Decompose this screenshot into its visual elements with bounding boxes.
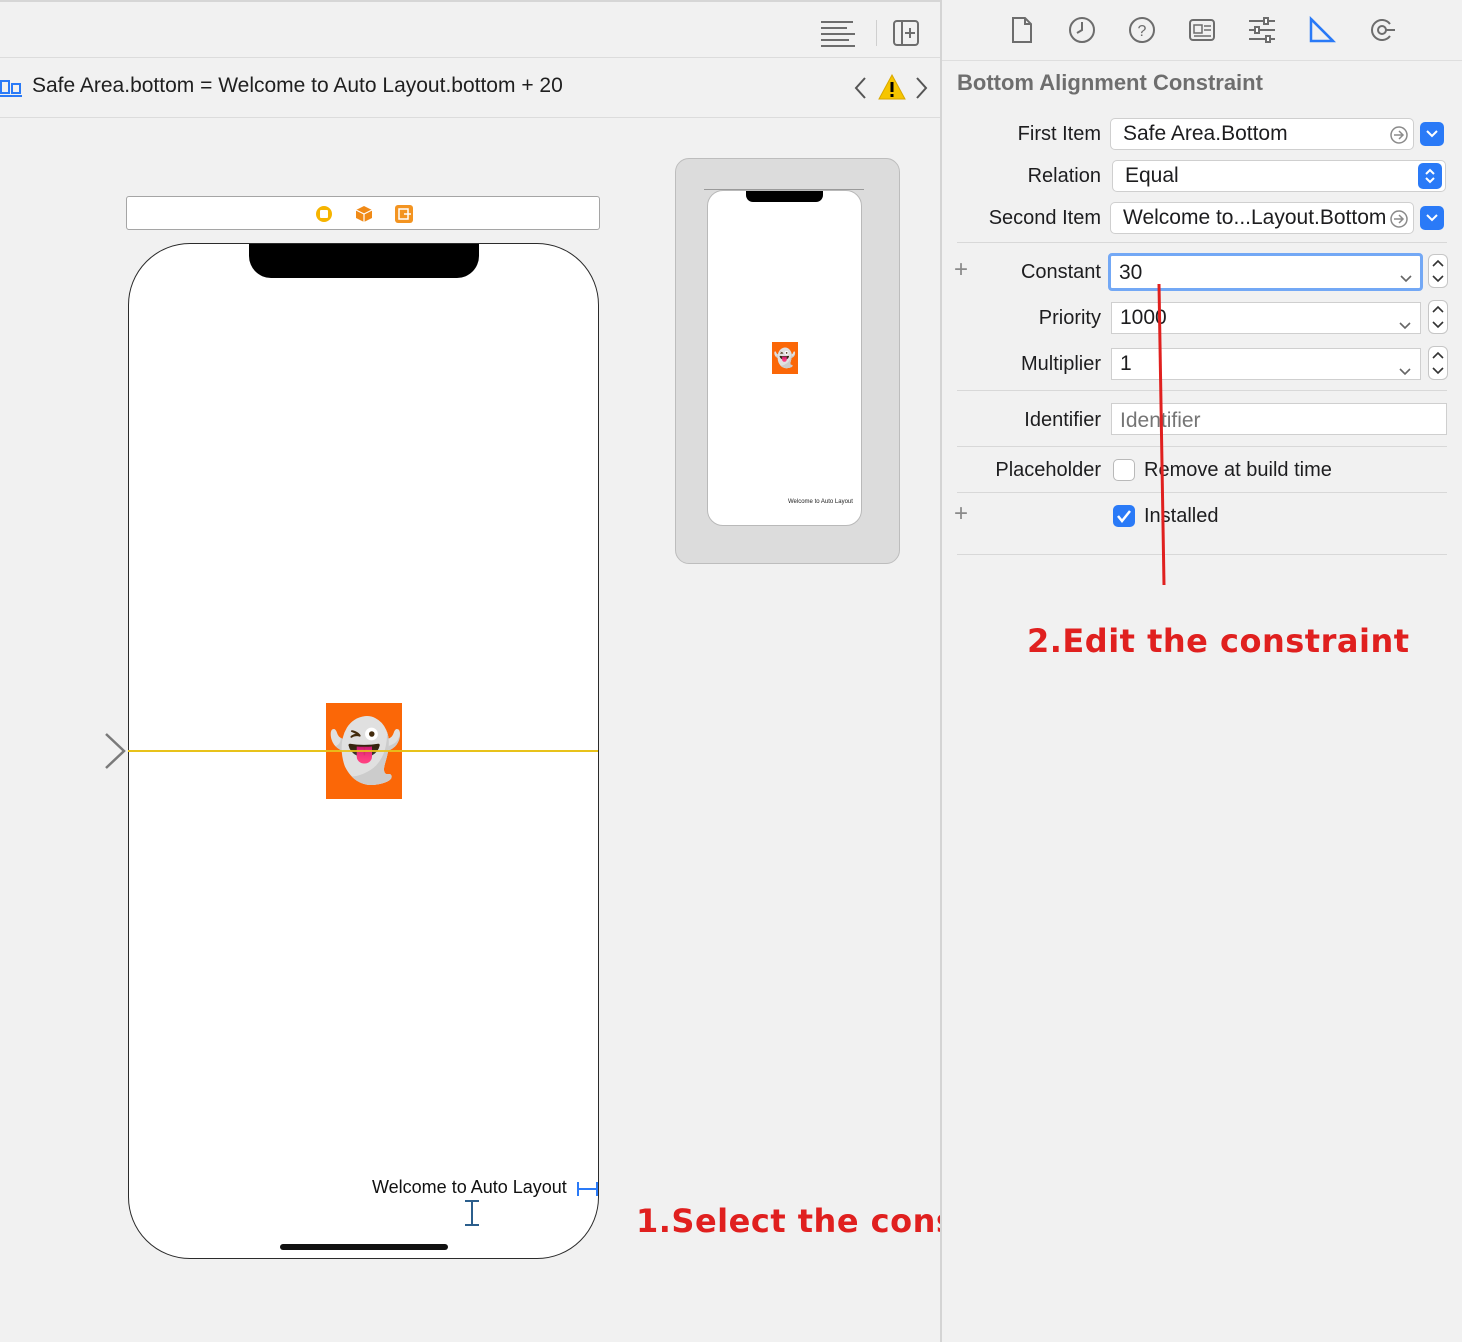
installed-checkbox[interactable] xyxy=(1113,505,1135,527)
chevron-left-icon[interactable] xyxy=(852,76,872,100)
remove-at-build-time-checkbox[interactable] xyxy=(1113,459,1135,481)
size-inspector-icon[interactable] xyxy=(1306,14,1338,46)
relation-label: Relation xyxy=(1027,165,1101,187)
separator xyxy=(957,390,1447,391)
home-indicator xyxy=(280,1244,448,1250)
second-item-label: Second Item xyxy=(988,207,1101,229)
go-to-arrow-icon[interactable] xyxy=(1389,209,1409,233)
annotation-pointer-line xyxy=(1155,282,1171,593)
preview-device: 👻 Welcome to Auto Layout xyxy=(675,158,900,564)
scene-dock xyxy=(126,196,600,230)
multiplier-value: 1 xyxy=(1120,352,1132,375)
priority-stepper[interactable] xyxy=(1428,300,1448,334)
first-item-dropdown-icon[interactable] xyxy=(1420,122,1444,146)
device-notch xyxy=(249,244,479,278)
preview-ghost: 👻 xyxy=(772,342,798,374)
separator xyxy=(957,554,1447,555)
add-editor-icon[interactable] xyxy=(890,18,922,48)
first-responder-icon[interactable] xyxy=(355,205,373,228)
first-item-popup[interactable]: Safe Area.Bottom xyxy=(1110,118,1414,150)
go-to-arrow-icon[interactable] xyxy=(1389,125,1409,149)
svg-text:?: ? xyxy=(1138,23,1147,40)
relation-value: Equal xyxy=(1125,164,1179,187)
separator xyxy=(957,446,1447,447)
constant-stepper[interactable] xyxy=(1428,254,1448,288)
quick-help-icon[interactable]: ? xyxy=(1126,14,1158,46)
preview-notch xyxy=(746,191,823,202)
file-inspector-icon[interactable] xyxy=(1006,14,1038,46)
inspector-title: Bottom Alignment Constraint xyxy=(957,70,1263,95)
constant-label: Constant xyxy=(1020,261,1101,283)
preview-label: Welcome to Auto Layout xyxy=(788,499,853,505)
editor-options-icon[interactable] xyxy=(818,18,858,48)
text-cursor-icon xyxy=(462,1198,482,1233)
chevron-down-icon[interactable] xyxy=(1399,266,1413,290)
annotation-step-2: 2.Edit the constraint xyxy=(1027,622,1410,660)
separator xyxy=(957,492,1447,493)
relation-updown-icon[interactable] xyxy=(1418,163,1442,189)
alignment-guide-overlay xyxy=(128,750,598,752)
inspector-tab-bar: ? xyxy=(942,0,1462,61)
second-item-popup[interactable]: Welcome to...Layout.Bottom xyxy=(1110,202,1414,234)
multiplier-stepper[interactable] xyxy=(1428,346,1448,380)
chevron-down-icon[interactable] xyxy=(1398,313,1412,337)
editor-toolbar xyxy=(0,0,940,58)
preview-screen: 👻 Welcome to Auto Layout xyxy=(707,190,862,526)
relation-popup[interactable]: Equal xyxy=(1112,160,1446,192)
editor-canvas[interactable]: Safe Area.bottom = Welcome to Auto Layou… xyxy=(0,0,1060,1342)
identity-inspector-icon[interactable] xyxy=(1186,14,1218,46)
chevron-down-icon[interactable] xyxy=(1398,359,1412,383)
attributes-inspector-icon[interactable] xyxy=(1246,14,1278,46)
exit-icon[interactable] xyxy=(395,205,413,228)
jump-bar[interactable]: Safe Area.bottom = Welcome to Auto Layou… xyxy=(0,58,940,118)
constant-value: 30 xyxy=(1119,261,1143,284)
chevron-right-icon[interactable] xyxy=(912,76,932,100)
view-controller-icon[interactable] xyxy=(315,205,333,228)
first-item-value: Safe Area.Bottom xyxy=(1123,122,1288,145)
toolbar-separator xyxy=(876,20,877,46)
priority-label: Priority xyxy=(1038,307,1101,329)
size-inspector-panel: ? Bottom Alignment Constraint First Item… xyxy=(942,0,1462,1342)
multiplier-label: Multiplier xyxy=(1020,353,1101,375)
selected-constraint-indicator[interactable] xyxy=(576,1180,600,1203)
jump-bar-path[interactable]: Safe Area.bottom = Welcome to Auto Layou… xyxy=(32,74,563,98)
second-item-value: Welcome to...Layout.Bottom xyxy=(1123,206,1387,229)
placeholder-label: Placeholder xyxy=(995,459,1101,481)
welcome-label[interactable]: Welcome to Auto Layout xyxy=(372,1177,567,1198)
second-item-dropdown-icon[interactable] xyxy=(1420,206,1444,230)
separator xyxy=(957,242,1447,243)
warning-icon[interactable] xyxy=(878,73,906,100)
remove-at-build-time-label: Remove at build time xyxy=(1144,459,1332,481)
history-icon[interactable] xyxy=(1066,14,1098,46)
constraint-icon xyxy=(0,76,22,98)
first-item-label: First Item xyxy=(1017,123,1101,145)
add-variation-icon[interactable]: + xyxy=(954,500,968,528)
connections-inspector-icon[interactable] xyxy=(1366,14,1398,46)
initial-view-controller-arrow xyxy=(18,732,130,775)
identifier-label: Identifier xyxy=(1024,409,1101,431)
